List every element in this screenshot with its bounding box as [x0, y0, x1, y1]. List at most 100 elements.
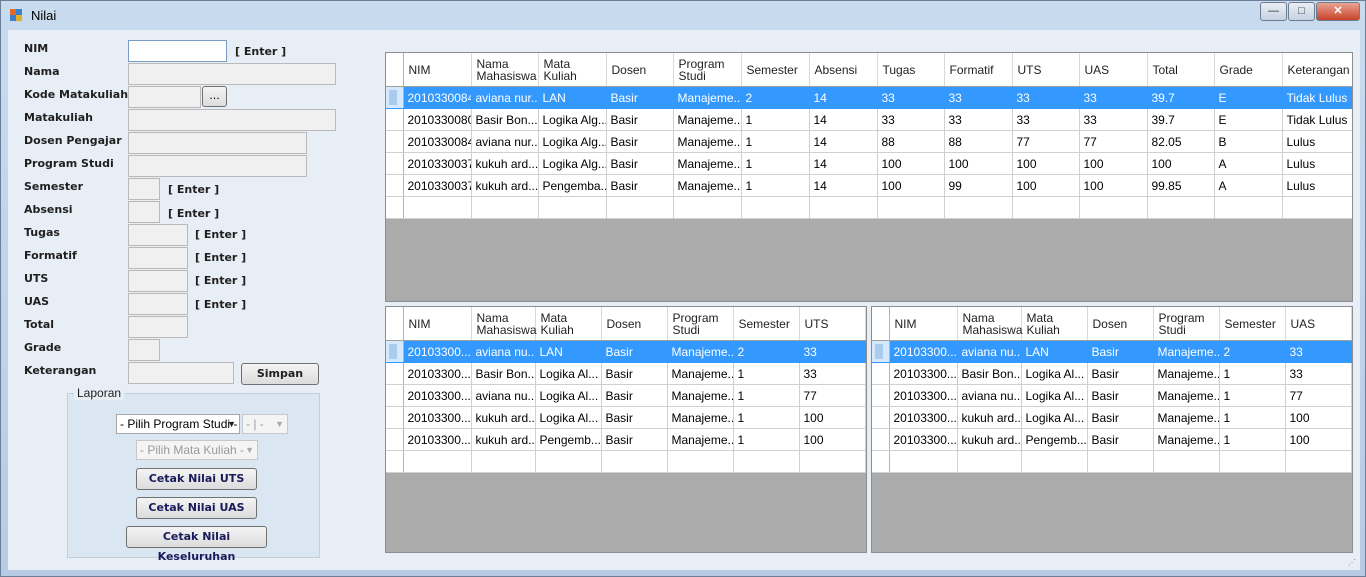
table-cell[interactable]: 99.85 — [1147, 174, 1215, 197]
table-cell[interactable]: Basir — [606, 152, 674, 175]
column-header[interactable]: Mata Kuliah — [1021, 307, 1088, 341]
table-cell[interactable]: Manajeme... — [1153, 340, 1220, 363]
table-cell[interactable]: Manajeme... — [1153, 362, 1220, 385]
table-cell[interactable]: 2 — [741, 86, 810, 109]
table-cell[interactable] — [889, 450, 958, 473]
table-cell[interactable]: 100 — [1285, 428, 1352, 451]
table-cell[interactable]: 2010330080 — [403, 108, 472, 131]
table-cell[interactable]: Manajeme... — [673, 130, 742, 153]
new-row[interactable] — [386, 196, 1352, 219]
table-cell[interactable]: 100 — [1079, 152, 1148, 175]
table-cell[interactable]: 20103300... — [403, 384, 472, 407]
table-row[interactable]: 2010330084 aviana nur... Logika Alg... Basi… — [386, 130, 1352, 153]
table-cell[interactable]: Basir Bon... — [471, 362, 536, 385]
table-cell[interactable]: 1 — [741, 174, 810, 197]
grid-nilai-uas[interactable]: NIM Nama Mahasiswa Mata Kuliah Dosen Program… — [871, 306, 1353, 553]
column-header[interactable]: Tugas — [877, 53, 945, 87]
table-cell[interactable]: Manajeme... — [673, 152, 742, 175]
table-cell[interactable]: Logika Al... — [535, 384, 602, 407]
table-cell[interactable]: 33 — [1012, 86, 1080, 109]
table-cell[interactable]: 20103300... — [889, 406, 958, 429]
table-cell[interactable] — [1147, 196, 1215, 219]
table-cell[interactable]: 33 — [1285, 340, 1352, 363]
column-header[interactable]: Semester — [733, 307, 800, 341]
row-header[interactable] — [872, 428, 890, 451]
table-cell[interactable] — [1079, 196, 1148, 219]
table-cell[interactable]: 33 — [799, 362, 866, 385]
table-row[interactable]: 20103300... aviana nu... LAN Basir Manajeme.… — [872, 340, 1352, 363]
table-cell[interactable]: Tidak Lulus — [1282, 108, 1352, 131]
absensi-field[interactable] — [128, 201, 160, 223]
table-cell[interactable]: 1 — [1219, 384, 1286, 407]
row-header[interactable] — [386, 384, 404, 407]
column-header[interactable]: Dosen — [1087, 307, 1154, 341]
table-cell[interactable]: LAN — [538, 86, 607, 109]
table-row[interactable]: 2010330037 kukuh ard... Pengemba... Basir Ma… — [386, 174, 1352, 197]
column-header[interactable]: UAS — [1285, 307, 1352, 341]
table-cell[interactable]: 1 — [733, 428, 800, 451]
table-cell[interactable] — [799, 450, 866, 473]
row-header-corner[interactable] — [872, 307, 890, 341]
table-cell[interactable]: 88 — [944, 130, 1013, 153]
column-header[interactable]: Absensi — [809, 53, 878, 87]
column-header[interactable]: Semester — [1219, 307, 1286, 341]
table-cell[interactable]: A — [1214, 152, 1283, 175]
table-row[interactable]: 2010330080 Basir Bon... Logika Alg... Basir… — [386, 108, 1352, 131]
column-header[interactable]: Program Studi — [673, 53, 742, 87]
table-cell[interactable] — [538, 196, 607, 219]
table-cell[interactable]: 2 — [1219, 340, 1286, 363]
table-cell[interactable]: E — [1214, 108, 1283, 131]
semester-select[interactable]: - | - ▼ — [242, 414, 288, 434]
row-header[interactable] — [386, 130, 404, 153]
table-cell[interactable]: 1 — [741, 108, 810, 131]
table-cell[interactable]: 1 — [733, 384, 800, 407]
table-cell[interactable] — [403, 450, 472, 473]
table-cell[interactable]: 100 — [1285, 406, 1352, 429]
column-header[interactable]: Nama Mahasiswa — [471, 307, 537, 341]
column-header[interactable]: NIM — [403, 53, 472, 87]
table-cell[interactable]: 1 — [733, 362, 800, 385]
table-cell[interactable]: Pengemb... — [535, 428, 602, 451]
table-cell[interactable]: Manajeme... — [1153, 406, 1220, 429]
table-cell[interactable]: Pengemb... — [1021, 428, 1088, 451]
table-cell[interactable]: 39.7 — [1147, 86, 1215, 109]
table-cell[interactable] — [1282, 196, 1352, 219]
table-row[interactable]: 20103300... kukuh ard... Logika Al... Basir… — [386, 406, 866, 429]
maximize-button[interactable]: □ — [1288, 2, 1315, 21]
table-row[interactable]: 2010330084 aviana nur... LAN Basir Manajeme.… — [386, 86, 1352, 109]
semester-field[interactable] — [128, 178, 160, 200]
table-cell[interactable]: Lulus — [1282, 130, 1352, 153]
table-cell[interactable]: Manajeme... — [667, 384, 734, 407]
keterangan-field[interactable] — [128, 362, 234, 384]
cetak-uas-button[interactable]: Cetak Nilai UAS — [136, 497, 257, 519]
table-cell[interactable]: E — [1214, 86, 1283, 109]
table-cell[interactable]: 33 — [1079, 108, 1148, 131]
table-cell[interactable]: Logika Al... — [1021, 362, 1088, 385]
cetak-uts-button[interactable]: Cetak Nilai UTS — [136, 468, 257, 490]
resize-grip-icon[interactable]: ⋰ — [1348, 558, 1358, 568]
kode-matakuliah-field[interactable] — [128, 86, 201, 108]
title-bar[interactable]: Nilai — □ ✕ — [1, 1, 1365, 29]
table-cell[interactable]: 1 — [1219, 406, 1286, 429]
row-header[interactable] — [386, 362, 404, 385]
table-cell[interactable]: 2 — [733, 340, 800, 363]
column-header[interactable]: UTS — [799, 307, 866, 341]
table-cell[interactable]: Basir — [601, 362, 668, 385]
column-header[interactable]: Grade — [1214, 53, 1283, 87]
table-cell[interactable]: 14 — [809, 174, 878, 197]
table-cell[interactable]: 20103300... — [403, 428, 472, 451]
row-header[interactable] — [872, 362, 890, 385]
table-cell[interactable]: aviana nu... — [471, 340, 536, 363]
row-header[interactable] — [386, 450, 404, 473]
table-cell[interactable]: Manajeme... — [667, 406, 734, 429]
table-cell[interactable]: aviana nur... — [471, 86, 539, 109]
table-cell[interactable]: 100 — [1079, 174, 1148, 197]
uas-field[interactable] — [128, 293, 188, 315]
table-cell[interactable]: 14 — [809, 108, 878, 131]
table-cell[interactable]: B — [1214, 130, 1283, 153]
nim-input[interactable] — [128, 40, 227, 62]
table-cell[interactable]: Lulus — [1282, 174, 1352, 197]
total-field[interactable] — [128, 316, 188, 338]
column-header[interactable]: Keterangan — [1282, 53, 1352, 87]
table-cell[interactable]: 99 — [944, 174, 1013, 197]
